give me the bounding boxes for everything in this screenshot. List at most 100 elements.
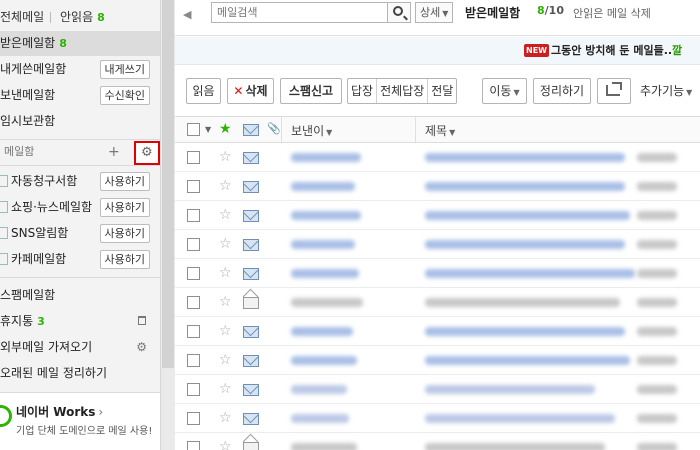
star-icon[interactable]: ☆ <box>219 382 232 396</box>
move-button[interactable]: 이동 ▼ <box>482 78 527 104</box>
row-checkbox[interactable] <box>187 267 200 280</box>
table-row[interactable]: ☆ <box>175 375 700 404</box>
organize-button[interactable]: 정리하기 <box>533 78 591 104</box>
notice-text[interactable]: 그동안 방치해 둔 메일들..깔 <box>551 42 682 58</box>
sidebar-item-inbox[interactable]: 받은메일함 8 <box>0 31 160 56</box>
table-row[interactable]: ☆ <box>175 143 700 172</box>
works-promo[interactable]: 네이버 Works › 기업 단체 도메인으로 메일 사용! <box>0 392 160 450</box>
subject-text[interactable] <box>425 414 615 423</box>
table-row[interactable]: ☆ <box>175 201 700 230</box>
mail-icon[interactable] <box>243 326 259 338</box>
mail-icon[interactable] <box>243 413 259 425</box>
notice-bar[interactable]: NEW 그동안 방치해 둔 메일들..깔 <box>175 37 700 65</box>
mail-icon[interactable] <box>243 239 259 251</box>
row-checkbox[interactable] <box>187 412 200 425</box>
search-input[interactable] <box>211 2 388 23</box>
row-checkbox[interactable] <box>187 238 200 251</box>
use-folder-button[interactable]: 사용하기 <box>99 250 150 269</box>
sidebar-scrollbar[interactable] <box>160 0 175 450</box>
star-icon[interactable]: ☆ <box>219 440 232 450</box>
subject-text[interactable] <box>425 211 630 220</box>
sidebar-item-trash[interactable]: 휴지통 3 <box>0 309 160 334</box>
sidebar-item-cleanup[interactable]: 오래된 메일 정리하기 <box>0 361 160 386</box>
write-to-self-button[interactable]: 내게쓰기 <box>99 60 150 79</box>
sidebar-item-folder-2[interactable]: SNS알림함 사용하기 <box>0 221 160 246</box>
use-folder-button[interactable]: 사용하기 <box>99 172 150 191</box>
collapse-sidebar-icon[interactable]: ◀ <box>183 8 191 21</box>
star-icon[interactable]: ☆ <box>219 324 232 338</box>
use-folder-button[interactable]: 사용하기 <box>99 224 150 243</box>
row-checkbox[interactable] <box>187 441 200 450</box>
table-row[interactable]: ☆ <box>175 172 700 201</box>
sidebar-item-external-mail[interactable]: 외부메일 가져오기 ⚙ <box>0 335 160 360</box>
mail-icon[interactable] <box>243 181 259 193</box>
mark-read-button[interactable]: 읽음 <box>186 78 221 104</box>
subject-text[interactable] <box>425 327 625 336</box>
star-icon[interactable]: ☆ <box>219 266 232 280</box>
sender-name[interactable] <box>291 269 359 278</box>
table-row[interactable]: ☆ <box>175 317 700 346</box>
subject-text[interactable] <box>425 298 620 307</box>
use-folder-button[interactable]: 사용하기 <box>99 198 150 217</box>
mail-icon[interactable] <box>243 210 259 222</box>
sidebar-item-folder-0[interactable]: 자동청구서함 사용하기 <box>0 169 160 194</box>
star-icon[interactable]: ☆ <box>219 237 232 251</box>
table-row[interactable]: ☆ <box>175 404 700 433</box>
sender-name[interactable] <box>291 298 363 307</box>
more-features-button[interactable]: 추가기능 ▼ <box>640 82 692 99</box>
subject-text[interactable] <box>425 182 625 191</box>
reply-all-button[interactable]: 전체답장 <box>377 79 429 103</box>
reply-button[interactable]: 답장 <box>348 79 378 103</box>
sidebar-item-self-mail[interactable]: 내게쓴메일함 내게쓰기 <box>0 57 160 82</box>
star-icon[interactable]: ★ <box>219 122 232 136</box>
table-row[interactable]: ☆ <box>175 230 700 259</box>
mail-icon[interactable] <box>243 384 259 396</box>
subject-text[interactable] <box>425 356 630 365</box>
sender-name[interactable] <box>291 240 355 249</box>
sender-name[interactable] <box>291 211 361 220</box>
trash-icon[interactable] <box>138 316 146 325</box>
report-spam-button[interactable]: 스팸신고 <box>280 78 342 104</box>
forward-button[interactable]: 전달 <box>428 79 456 103</box>
mail-icon[interactable] <box>243 152 259 164</box>
sender-name[interactable] <box>291 327 353 336</box>
read-receipt-button[interactable]: 수신확인 <box>99 86 150 105</box>
subject-text[interactable] <box>425 443 605 450</box>
sidebar-item-sent[interactable]: 보낸메일함 수신확인 <box>0 83 160 108</box>
select-all-checkbox[interactable] <box>187 123 200 136</box>
sidebar-item-folder-3[interactable]: 카페메일함 사용하기 <box>0 247 160 272</box>
share-button[interactable] <box>597 78 631 104</box>
delete-unread-link[interactable]: 안읽은 메일 삭제 <box>573 5 651 21</box>
sidebar-item-spam[interactable]: 스팸메일함 <box>0 283 160 308</box>
sender-name[interactable] <box>291 385 347 394</box>
star-icon[interactable]: ☆ <box>219 150 232 164</box>
unread-link[interactable]: 안읽음 8 <box>60 4 105 31</box>
subject-text[interactable] <box>425 269 635 278</box>
sender-name[interactable] <box>291 443 357 450</box>
sender-column-header[interactable]: 보낸이 ▼ <box>291 122 332 139</box>
star-icon[interactable]: ☆ <box>219 353 232 367</box>
sender-name[interactable] <box>291 182 355 191</box>
mail-icon[interactable] <box>243 268 259 280</box>
star-icon[interactable]: ☆ <box>219 208 232 222</box>
subject-text[interactable] <box>425 240 625 249</box>
table-row[interactable]: ☆ <box>175 433 700 450</box>
mail-open-icon[interactable] <box>243 442 259 450</box>
star-icon[interactable]: ☆ <box>219 179 232 193</box>
sender-name[interactable] <box>291 414 349 423</box>
row-checkbox[interactable] <box>187 296 200 309</box>
sidebar-item-folder-1[interactable]: 쇼핑·뉴스메일함 사용하기 <box>0 195 160 220</box>
sender-name[interactable] <box>291 356 357 365</box>
search-button[interactable] <box>388 2 411 23</box>
add-folder-icon[interactable]: + <box>108 140 120 164</box>
subject-text[interactable] <box>425 153 625 162</box>
mail-icon[interactable] <box>243 124 259 136</box>
folder-settings-button[interactable]: ⚙ <box>134 141 160 165</box>
row-checkbox[interactable] <box>187 354 200 367</box>
chevron-down-icon[interactable]: ▼ <box>205 125 211 134</box>
delete-button[interactable]: ✕ 삭제 <box>227 78 274 104</box>
table-row[interactable]: ☆ <box>175 259 700 288</box>
sender-name[interactable] <box>291 153 361 162</box>
row-checkbox[interactable] <box>187 325 200 338</box>
row-checkbox[interactable] <box>187 151 200 164</box>
